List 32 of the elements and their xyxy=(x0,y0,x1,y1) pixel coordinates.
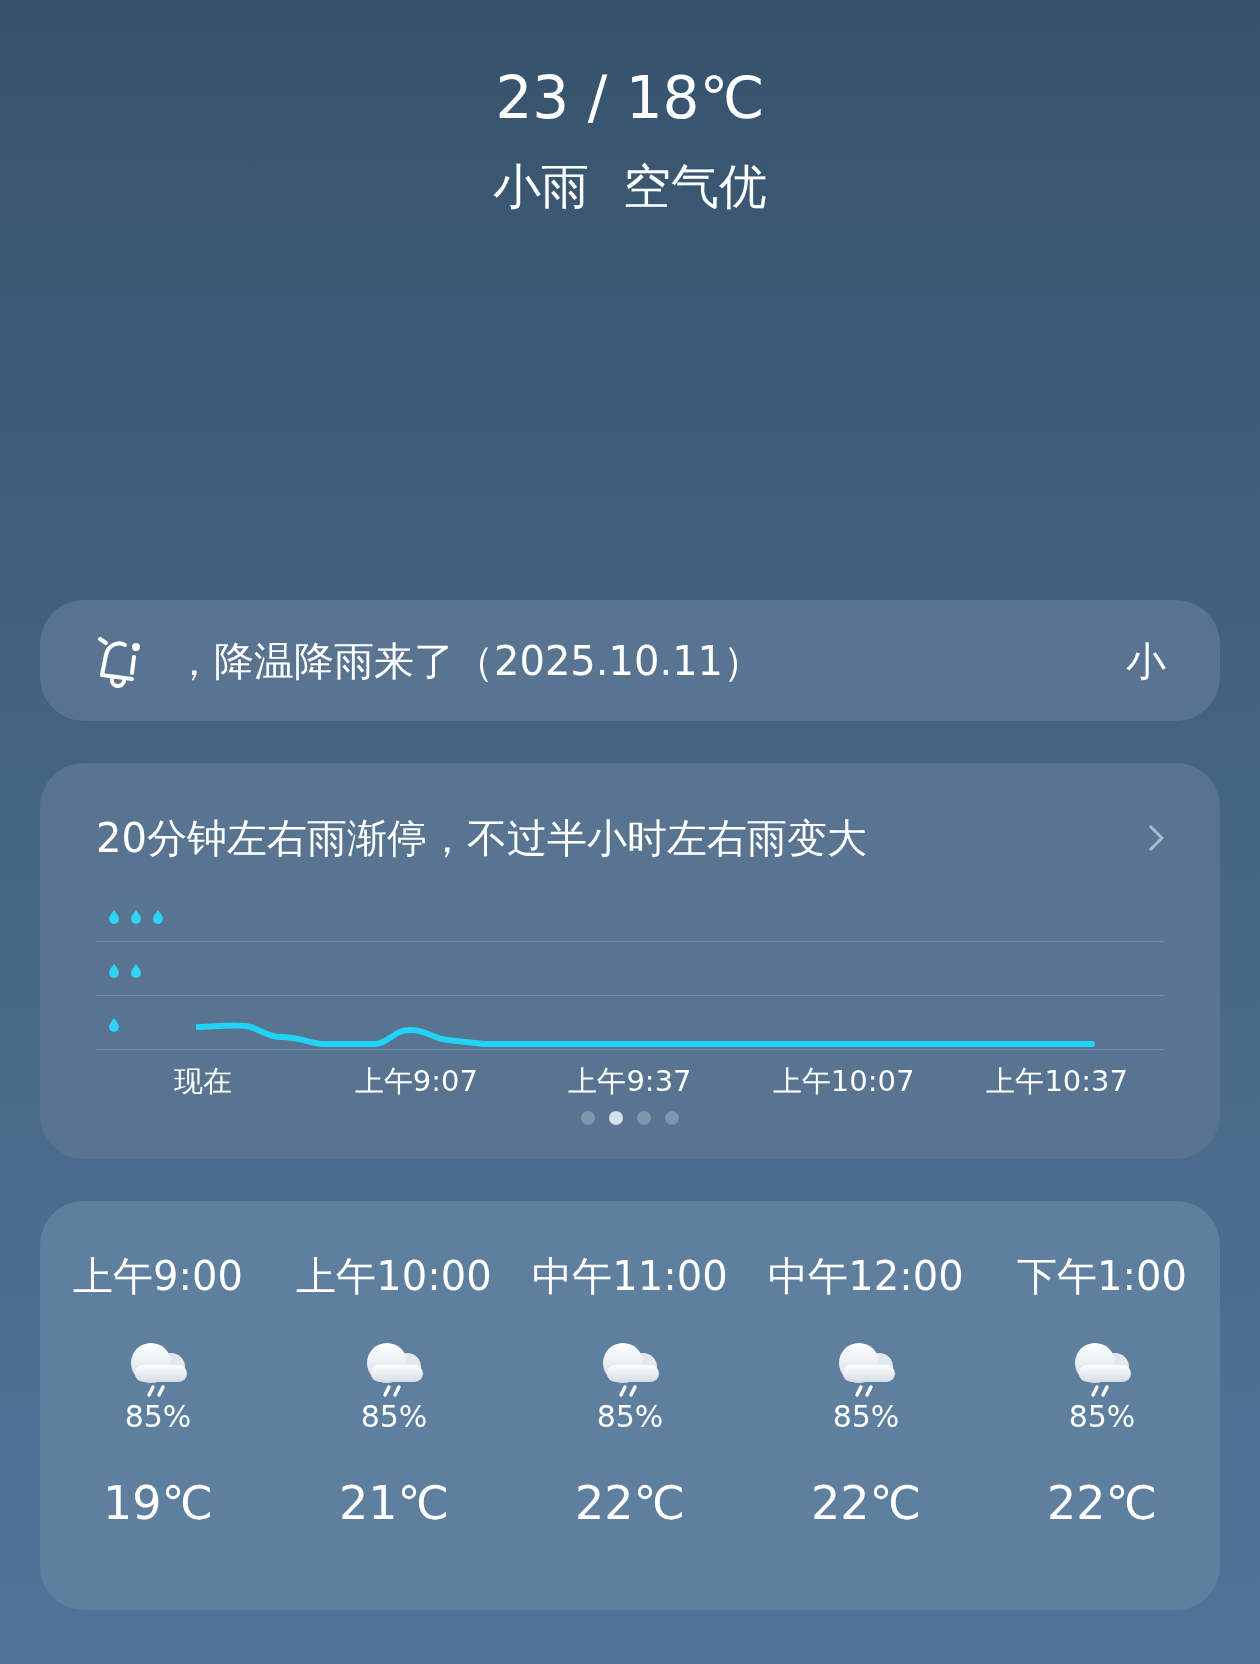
time-label: 上午9:07 xyxy=(354,1063,478,1100)
raindrop-icon xyxy=(108,909,164,924)
notice-text: ，降温降雨来了（2025.10.11） xyxy=(174,636,764,686)
hour-temperature: 22℃ xyxy=(810,1475,922,1531)
air-quality: 空气优 xyxy=(623,157,767,216)
raindrop-icon xyxy=(108,963,142,978)
precipitation-chance: 85% xyxy=(832,1399,900,1435)
hour-time: 上午10:00 xyxy=(296,1252,492,1301)
rain-forecast-card[interactable]: 20分钟左右雨渐停，不过半小时左右雨变大 现在 上午9:07 上午9:37 上午10:07 上午10:37 xyxy=(40,763,1220,1159)
temperature-range: 23 / 18℃ xyxy=(495,63,765,134)
precipitation-chance: 85% xyxy=(360,1399,428,1435)
weather-condition: 小雨 xyxy=(493,157,589,216)
hour-temperature: 19℃ xyxy=(102,1475,214,1531)
hour-temperature: 22℃ xyxy=(574,1475,686,1531)
notice-text: 小 xyxy=(1126,636,1166,686)
hour-time: 上午9:00 xyxy=(73,1252,243,1301)
time-label: 上午10:07 xyxy=(772,1063,915,1100)
chevron-right-icon[interactable] xyxy=(1148,824,1164,852)
hour-temperature: 21℃ xyxy=(338,1475,450,1531)
raindrop-icon xyxy=(108,1017,120,1032)
notice-bar[interactable]: ，降温降雨来了（2025.10.11） 小 xyxy=(40,600,1220,721)
hour-temperature: 22℃ xyxy=(1046,1475,1158,1531)
precipitation-chance: 85% xyxy=(124,1399,192,1435)
precipitation-chance: 85% xyxy=(1068,1399,1136,1435)
hour-time: 中午11:00 xyxy=(532,1252,728,1301)
hour-time: 中午12:00 xyxy=(768,1252,964,1301)
time-label: 上午10:37 xyxy=(986,1063,1128,1100)
time-label: 上午9:37 xyxy=(568,1063,692,1100)
hour-time: 下午1:00 xyxy=(1017,1252,1187,1301)
precipitation-chance: 85% xyxy=(596,1399,664,1435)
time-label: 现在 xyxy=(173,1063,232,1100)
rain-forecast-title: 20分钟左右雨渐停，不过半小时左右雨变大 xyxy=(96,814,867,863)
